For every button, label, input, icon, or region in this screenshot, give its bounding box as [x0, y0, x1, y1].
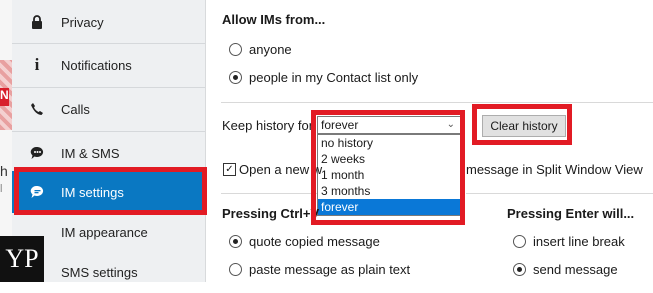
background-letter: h [0, 163, 8, 179]
sidebar-item-im-sms[interactable]: IM & SMS [12, 132, 205, 174]
radio-send-message[interactable]: send message [513, 262, 618, 277]
radio-button[interactable] [229, 43, 242, 56]
background-letter: l [0, 183, 3, 195]
split-window-label-start: Open a new w [239, 162, 323, 177]
radio-button[interactable] [229, 71, 242, 84]
sidebar-item-label: SMS settings [61, 264, 138, 280]
chat-bubble-icon [27, 185, 47, 199]
enter-title: Pressing Enter will... [507, 206, 635, 221]
dropdown-option[interactable]: no history [318, 135, 460, 151]
radio-button[interactable] [513, 263, 526, 276]
radio-button[interactable] [229, 235, 242, 248]
background-letter: N [0, 88, 9, 102]
split-window-checkbox[interactable]: ✓ [223, 163, 236, 176]
radio-quote-copied[interactable]: quote copied message [229, 234, 380, 249]
section-divider [221, 193, 317, 194]
section-divider [221, 102, 653, 103]
dropdown-option[interactable]: 2 weeks [318, 151, 460, 167]
radio-label: quote copied message [249, 234, 380, 249]
clear-history-button[interactable]: Clear history [482, 115, 566, 137]
chat-icon [27, 146, 47, 160]
dropdown-option[interactable]: 3 months [318, 183, 460, 199]
lock-icon [27, 14, 47, 30]
im-settings-panel: Allow IMs from... anyone people in my Co… [206, 0, 653, 282]
history-dropdown-list: no history 2 weeks 1 month 3 months fore… [317, 134, 461, 216]
info-icon: i [34, 55, 40, 74]
phone-icon [27, 102, 47, 116]
sidebar-item-privacy[interactable]: Privacy [12, 1, 205, 43]
radio-label: paste message as plain text [249, 262, 411, 277]
sidebar-item-label: Calls [61, 101, 90, 117]
radio-label: send message [533, 262, 618, 277]
radio-label: anyone [249, 42, 292, 57]
radio-insert-line-break[interactable]: insert line break [513, 234, 625, 249]
dropdown-option-selected[interactable]: forever [318, 199, 460, 215]
keep-history-label: Keep history for [222, 118, 314, 133]
sidebar-item-calls[interactable]: Calls [12, 88, 205, 130]
history-select-value: forever [321, 118, 359, 132]
sidebar-item-label: Privacy [61, 14, 104, 30]
sidebar-item-notifications[interactable]: i Notifications [12, 44, 205, 86]
radio-paste-plain[interactable]: paste message as plain text [229, 262, 410, 277]
sidebar-item-label: IM & SMS [61, 145, 120, 161]
history-select[interactable]: forever ⌄ [317, 116, 461, 134]
section-divider [466, 193, 653, 194]
split-window-label-end: message in Split Window View [466, 162, 643, 177]
radio-button[interactable] [229, 263, 242, 276]
sidebar-item-label: Notifications [61, 57, 132, 73]
watermark-logo: YP [0, 236, 44, 282]
sidebar-item-im-settings[interactable]: IM settings [12, 171, 205, 213]
allow-ims-title: Allow IMs from... [222, 12, 326, 27]
radio-anyone[interactable]: anyone [229, 42, 292, 57]
sidebar-item-label: IM settings [61, 184, 124, 200]
dropdown-option[interactable]: 1 month [318, 167, 460, 183]
radio-label: insert line break [533, 234, 625, 249]
ctrl-v-title: Pressing Ctrl+V [222, 206, 320, 221]
radio-contacts-only[interactable]: people in my Contact list only [229, 70, 418, 85]
chevron-down-icon: ⌄ [446, 119, 455, 130]
radio-label: people in my Contact list only [249, 70, 419, 85]
sidebar-item-label: IM appearance [61, 224, 148, 240]
radio-button[interactable] [513, 235, 526, 248]
